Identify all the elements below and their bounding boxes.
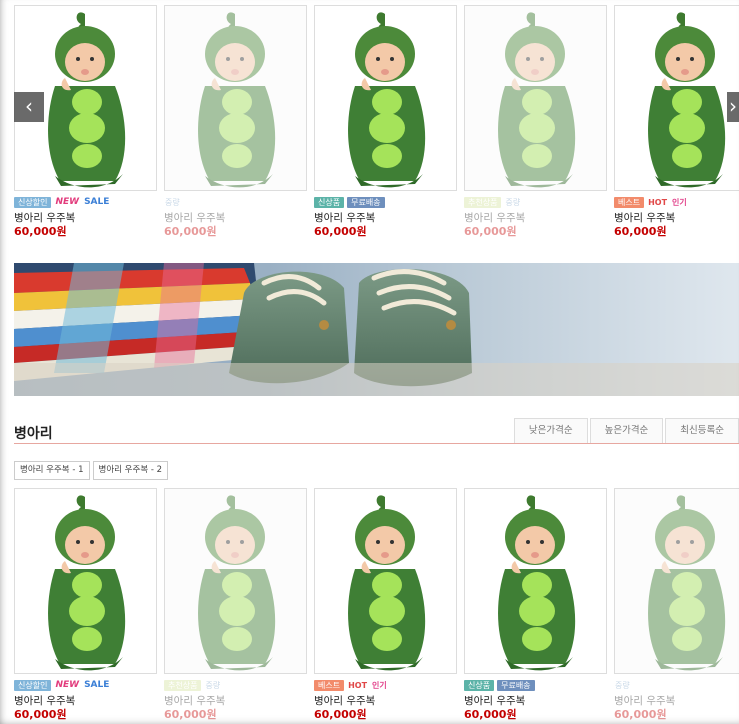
product-name[interactable]: 병아리 우주복 xyxy=(464,212,607,225)
badge-new: NEW xyxy=(55,196,80,207)
badge-mid: 중량 xyxy=(165,197,180,207)
carousel-next-button[interactable]: › xyxy=(727,92,739,122)
product-name[interactable]: 병아리 우주복 xyxy=(164,695,307,708)
sort-tab-price-low[interactable]: 낮은가격순 xyxy=(513,418,588,443)
product-image xyxy=(15,489,156,673)
product-price: 60,000원 xyxy=(164,225,217,238)
product-grid: 신상할인 NEW SALE 병아리 우주복 60,000원 추천상품 중량 병아리 우… xyxy=(14,488,739,722)
product-price: 60,000원 xyxy=(464,708,517,721)
product-price: 60,000원 xyxy=(464,225,517,238)
product-image xyxy=(615,489,739,673)
chevron-right-icon: › xyxy=(729,94,737,118)
section-title: 병아리 xyxy=(14,426,53,442)
product-badges: 신상할인 NEW SALE xyxy=(14,677,157,693)
product-name[interactable]: 병아리 우주복 xyxy=(614,212,739,225)
badge-new: NEW xyxy=(55,679,80,690)
product-badges: 신상품 무료배송 xyxy=(314,194,457,210)
badge-mid: 중량 xyxy=(615,680,630,690)
product-badges: 베스트 HOT 인기 xyxy=(614,194,739,210)
product-card[interactable]: 베스트 HOT 인기 병아리 우주복 60,000원 xyxy=(614,5,739,239)
product-thumbnail[interactable] xyxy=(14,488,157,674)
product-price: 60,000원 xyxy=(14,708,67,721)
product-card[interactable]: 중량 병아리 우주복 60,000원 xyxy=(614,488,739,722)
product-card[interactable]: 신상품 무료배송 병아리 우주복 60,000원 xyxy=(314,5,457,239)
product-image xyxy=(315,489,456,673)
sort-tab-price-high[interactable]: 높은가격순 xyxy=(589,418,664,443)
product-thumbnail[interactable] xyxy=(464,5,607,191)
subcategory-list: 병아리 우주복 - 1 병아리 우주복 - 2 xyxy=(14,461,171,480)
banner-image xyxy=(14,263,739,396)
product-image xyxy=(465,489,606,673)
product-carousel-top: 신상할인 NEW SALE 병아리 우주복 60,000원 중량 병아리 우주복 6… xyxy=(14,5,739,239)
badge-free: 무료배송 xyxy=(347,196,385,208)
badge-rate: 신상할인 xyxy=(14,679,52,691)
product-image xyxy=(315,6,456,190)
product-name[interactable]: 병아리 우주복 xyxy=(614,695,739,708)
product-badges: 신상할인 NEW SALE xyxy=(14,194,157,210)
product-name[interactable]: 병아리 우주복 xyxy=(464,695,607,708)
product-thumbnail[interactable] xyxy=(164,488,307,674)
product-card[interactable]: 추천상품 중량 병아리 우주복 60,000원 xyxy=(164,488,307,722)
product-image xyxy=(165,489,306,673)
badge-hot: HOT xyxy=(648,197,668,207)
product-badges: 베스트 HOT 인기 xyxy=(314,677,457,693)
product-price: 60,000원 xyxy=(14,225,67,238)
sort-tab-newest[interactable]: 최신등록순 xyxy=(665,418,739,443)
product-image xyxy=(615,6,739,190)
badge-hot: HOT xyxy=(348,680,368,690)
product-badges: 추천상품 중량 xyxy=(164,677,307,693)
subcategory-2[interactable]: 병아리 우주복 - 2 xyxy=(92,461,169,480)
badge-rec: 추천상품 xyxy=(464,196,502,208)
product-card[interactable]: 신상할인 NEW SALE 병아리 우주복 60,000원 xyxy=(14,488,157,722)
subcategory-1[interactable]: 병아리 우주복 - 1 xyxy=(14,461,90,480)
badge-sale: SALE xyxy=(84,679,110,690)
badge-rec: 추천상품 xyxy=(164,679,202,691)
badge-rate: 신상할인 xyxy=(14,196,52,208)
product-thumbnail[interactable] xyxy=(614,5,739,191)
product-name[interactable]: 병아리 우주복 xyxy=(314,695,457,708)
product-card[interactable]: 베스트 HOT 인기 병아리 우주복 60,000원 xyxy=(314,488,457,722)
product-name[interactable]: 병아리 우주복 xyxy=(164,212,307,225)
product-name[interactable]: 병아리 우주복 xyxy=(314,212,457,225)
badge-pop: 인기 xyxy=(672,197,687,207)
product-price: 60,000원 xyxy=(314,225,367,238)
badge-free: 무료배송 xyxy=(497,679,535,691)
promo-banner[interactable] xyxy=(14,263,739,396)
section-divider xyxy=(14,443,739,444)
sort-tabs: 낮은가격순 높은가격순 최신등록순 xyxy=(512,418,739,443)
chevron-left-icon: ‹ xyxy=(25,94,33,118)
product-thumbnail[interactable] xyxy=(314,5,457,191)
product-thumbnail[interactable] xyxy=(314,488,457,674)
badge-sale: SALE xyxy=(84,196,110,207)
badge-best: 베스트 xyxy=(614,196,645,208)
product-badges: 중량 xyxy=(164,194,307,210)
product-card[interactable]: 신상할인 NEW SALE 병아리 우주복 60,000원 xyxy=(14,5,157,239)
product-name[interactable]: 병아리 우주복 xyxy=(14,212,157,225)
product-price: 60,000원 xyxy=(164,708,217,721)
product-price: 60,000원 xyxy=(314,708,367,721)
product-card[interactable]: 신상품 무료배송 병아리 우주복 60,000원 xyxy=(464,488,607,722)
product-price: 60,000원 xyxy=(614,225,667,238)
product-badges: 중량 xyxy=(614,677,739,693)
badge-mid: 중량 xyxy=(205,680,221,690)
carousel-prev-button[interactable]: ‹ xyxy=(14,92,44,122)
product-price: 60,000원 xyxy=(614,708,667,721)
product-badges: 신상품 무료배송 xyxy=(464,677,607,693)
product-image xyxy=(465,6,606,190)
badge-best: 베스트 xyxy=(314,679,345,691)
product-thumbnail[interactable] xyxy=(614,488,739,674)
product-image xyxy=(165,6,306,190)
badge-pop: 인기 xyxy=(372,680,387,690)
badge-mid: 중량 xyxy=(505,197,521,207)
product-card[interactable]: 중량 병아리 우주복 60,000원 xyxy=(164,5,307,239)
product-thumbnail[interactable] xyxy=(464,488,607,674)
product-thumbnail[interactable] xyxy=(164,5,307,191)
product-name[interactable]: 병아리 우주복 xyxy=(14,695,157,708)
product-badges: 추천상품 중량 xyxy=(464,194,607,210)
badge-newarr: 신상품 xyxy=(314,196,345,208)
badge-newarr: 신상품 xyxy=(464,679,495,691)
product-card[interactable]: 추천상품 중량 병아리 우주복 60,000원 xyxy=(464,5,607,239)
